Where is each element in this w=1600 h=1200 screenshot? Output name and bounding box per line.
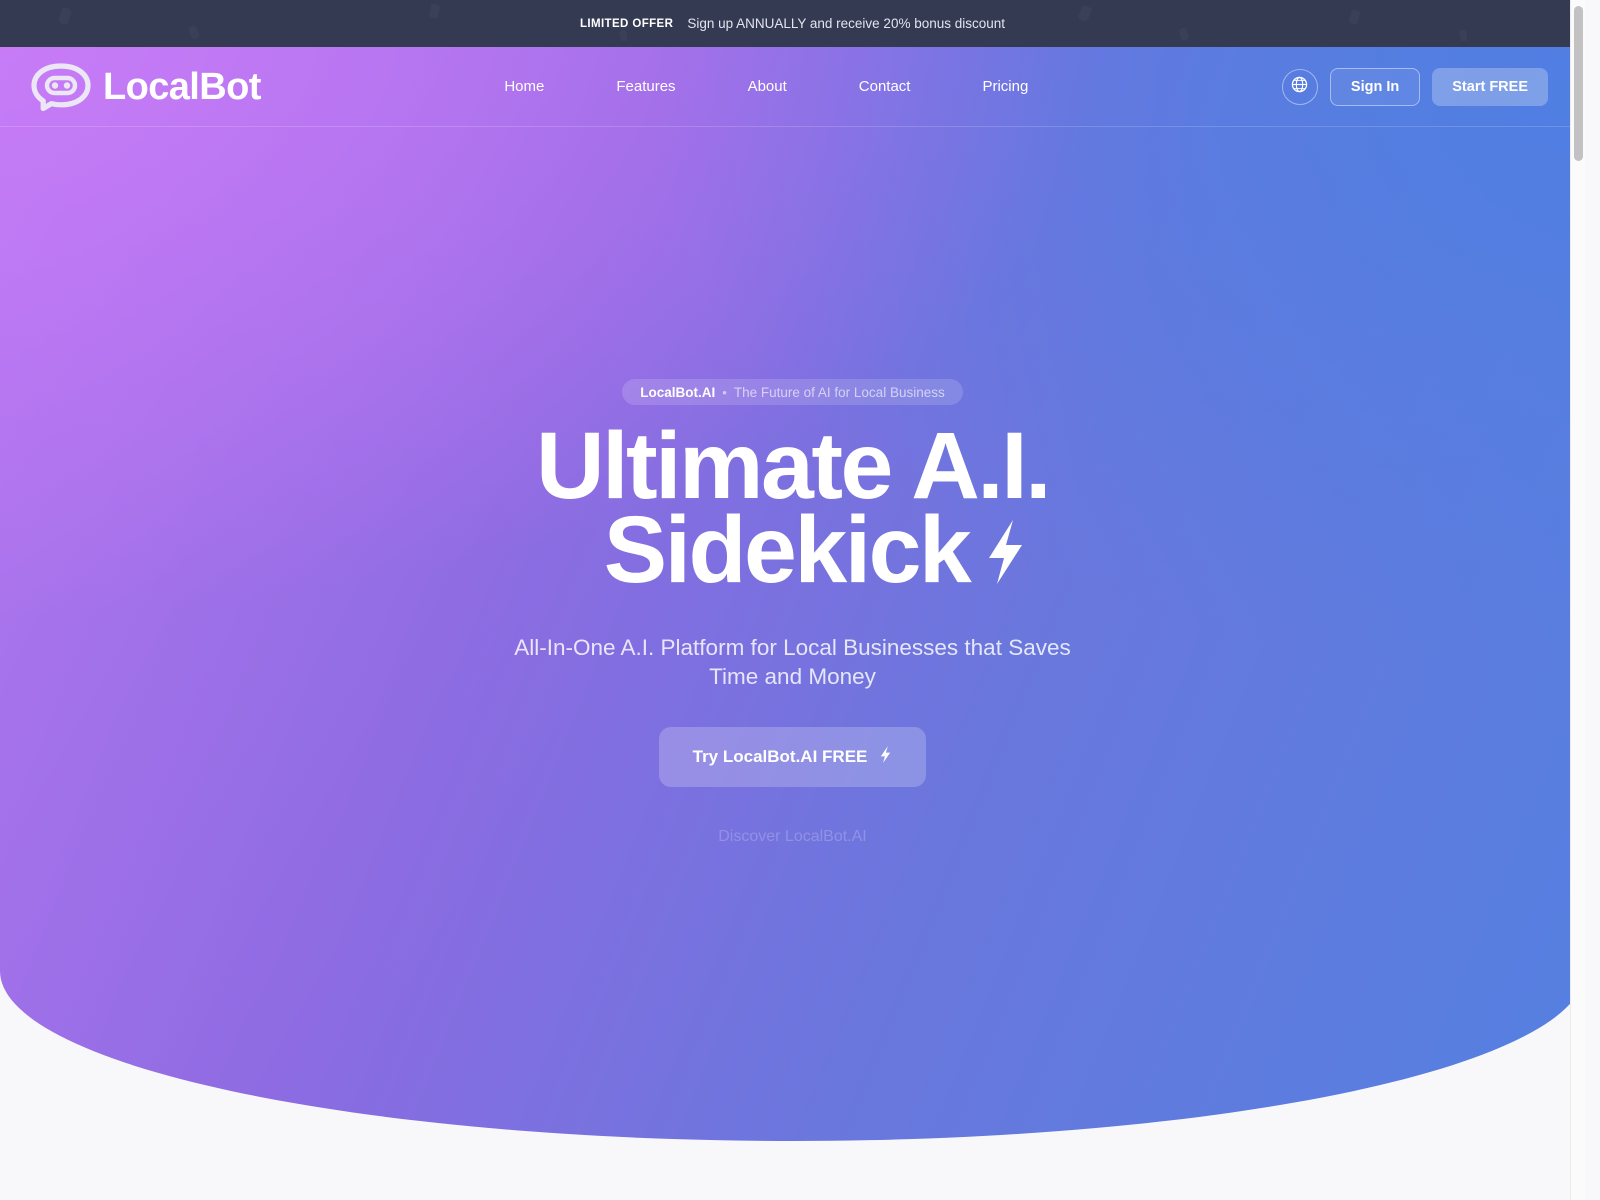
- site-header: LocalBot Home Features About Contact Pri…: [0, 47, 1585, 127]
- hero-cta-button[interactable]: Try LocalBot.AI FREE: [658, 726, 927, 787]
- nav-item-contact[interactable]: Contact: [859, 78, 911, 95]
- nav-item-about[interactable]: About: [748, 78, 787, 95]
- page-root: LIMITED OFFER Sign up ANNUALLY and recei…: [0, 0, 1585, 1200]
- scrollbar-thumb[interactable]: [1574, 6, 1583, 161]
- hero-cta-label: Try LocalBot.AI FREE: [692, 746, 868, 766]
- header-actions: Sign In Start FREE: [1281, 67, 1548, 106]
- start-free-button[interactable]: Start FREE: [1432, 67, 1548, 106]
- announcement-label: LIMITED OFFER: [579, 17, 674, 30]
- banner-decoration: [1178, 27, 1189, 41]
- banner-decoration: [429, 3, 441, 19]
- hero-badge-separator: •: [722, 384, 727, 400]
- chat-bot-icon: [31, 62, 91, 111]
- hero-subtitle: All-In-One A.I. Platform for Local Busin…: [514, 635, 1071, 689]
- banner-decoration: [619, 29, 629, 41]
- nav-item-home[interactable]: Home: [504, 78, 544, 95]
- nav-item-features[interactable]: Features: [616, 78, 675, 95]
- hero-section: LocalBot Home Features About Contact Pri…: [0, 47, 1585, 1177]
- main-navigation: Home Features About Contact Pricing: [251, 78, 1282, 95]
- hero-badge-brand: LocalBot.AI: [640, 384, 716, 400]
- banner-decoration: [58, 7, 72, 25]
- lightning-bolt-icon: [879, 745, 892, 769]
- brand-name: LocalBot: [103, 65, 261, 108]
- hero-title-line-2: Sidekick: [603, 496, 972, 603]
- hero-badge[interactable]: LocalBot.AI • The Future of AI for Local…: [622, 379, 963, 405]
- nav-item-pricing[interactable]: Pricing: [982, 78, 1028, 95]
- page-scrollbar[interactable]: [1570, 0, 1585, 1200]
- banner-decoration: [1077, 5, 1092, 23]
- brand-logo[interactable]: LocalBot: [31, 62, 261, 111]
- lightning-bolt-icon: [983, 513, 1027, 597]
- hero-discover-link[interactable]: Discover LocalBot.AI: [718, 828, 867, 846]
- language-selector-button[interactable]: [1281, 68, 1318, 105]
- globe-icon: [1290, 75, 1309, 99]
- banner-decoration: [1459, 29, 1468, 41]
- hero-content: LocalBot.AI • The Future of AI for Local…: [0, 127, 1585, 1141]
- announcement-text: Sign up ANNUALLY and receive 20% bonus d…: [687, 16, 1006, 31]
- announcement-banner[interactable]: LIMITED OFFER Sign up ANNUALLY and recei…: [0, 0, 1585, 47]
- banner-decoration: [1348, 9, 1361, 25]
- hero-title: Ultimate A.I. Sidekick: [536, 419, 1051, 597]
- sign-in-button[interactable]: Sign In: [1329, 67, 1421, 106]
- banner-decoration: [188, 25, 200, 40]
- hero-title-line-2-wrap: Sidekick: [582, 502, 1049, 597]
- hero-badge-tagline: The Future of AI for Local Business: [733, 384, 945, 400]
